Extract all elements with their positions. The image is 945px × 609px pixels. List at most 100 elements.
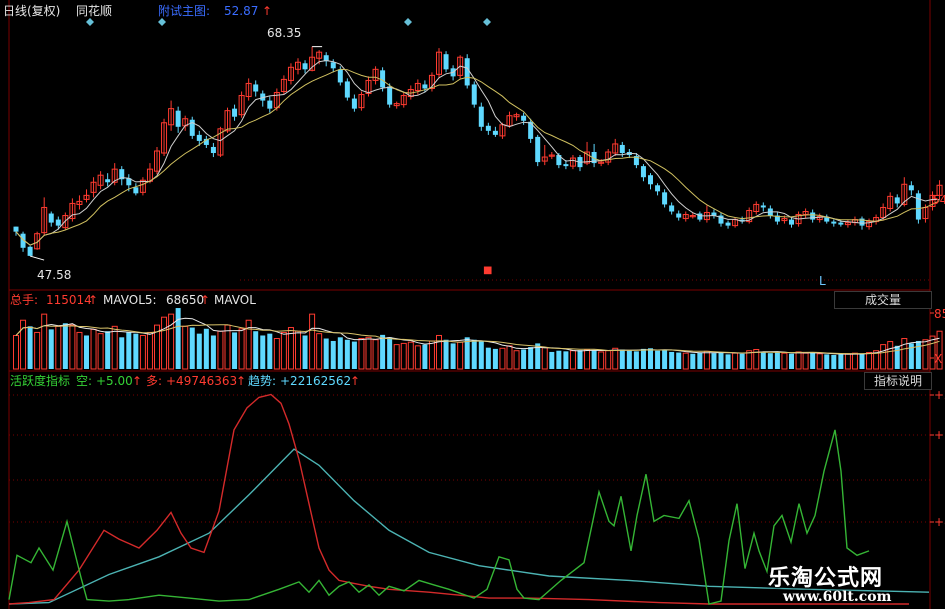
volume-bar [126,332,132,369]
volume-bar [146,331,153,370]
candle-body [232,108,238,117]
high-price-label: 68.35 [267,26,302,40]
volume-bar [267,333,273,369]
volume-bar [795,351,802,370]
volume-bar [725,354,731,369]
volume-bar [203,328,209,369]
up-arrow-icon: ↑ [350,374,361,388]
volume-bar [161,316,168,370]
volume-bar [612,347,619,370]
volume-bar [372,339,379,370]
candle-body [915,193,921,220]
watermark-title: 乐淘公式网 [768,565,884,591]
volume-bar [767,353,773,369]
total-volume-label: 总手: [10,293,39,307]
total-volume-value: 115014 [46,293,92,307]
candle-body [351,98,357,109]
candle-body [27,246,33,256]
empty-label: 空: [76,374,93,388]
candle-body [443,54,449,70]
volume-bar [528,347,534,369]
volume-bar [810,352,816,369]
volume-bar [880,344,887,370]
candle-body [478,106,484,127]
candle-body [824,217,830,222]
event-diamond [86,18,94,26]
indicator-axis-tick: +2 [934,388,945,402]
event-diamond [158,18,166,26]
candle-body [133,187,139,194]
candle-body [655,185,661,192]
volume-bar [894,345,900,369]
volume-bar [232,332,238,369]
volume-bar [640,348,646,369]
candle-body [337,69,343,83]
volume-bar [111,325,118,370]
volume-bar [337,337,343,369]
volume-bar [90,328,97,370]
event-diamond [483,18,491,26]
trend-label: 趋势: [248,374,277,388]
up-arrow-icon: ↑ [236,374,247,388]
volume-bar [280,331,287,370]
volume-bar [584,348,591,370]
volume-bar [598,351,605,370]
volume-bar [55,325,62,370]
volume-bar [703,350,710,370]
volume-bar [697,352,703,369]
volume-bar [316,333,323,370]
volume-bar [492,348,498,369]
stock-chart-window: { "header": { "period_label": "日线(复权)", … [0,0,945,609]
indicator-axis-tick: +8 [934,515,945,529]
candle-body [662,192,668,205]
volume-bar [478,340,484,369]
volume-bar [824,354,830,369]
period-label[interactable]: 日线(复权) [3,4,60,18]
volume-bar [76,331,83,370]
small-square-marker: ■ [483,265,493,276]
volume-bar [816,353,823,370]
candle-body [669,205,675,212]
volume-bar [556,350,562,369]
volume-bar [48,329,54,369]
candle-body [48,213,54,223]
candle-body [196,134,202,141]
candle-body [471,84,477,105]
candle-body [105,179,111,183]
volume-bar [851,352,858,370]
empty-line [8,429,870,605]
volume-bars [13,308,943,370]
volume-bar [859,353,865,369]
volume-bar [838,354,844,369]
candle-body [810,212,816,220]
volume-bar [774,352,780,369]
volume-bar [139,334,146,370]
volume-bar [866,352,873,370]
candle-body [210,146,216,154]
indicator-help-button[interactable]: 指标说明 [864,372,932,390]
volume-bar [253,331,259,369]
candle-body [387,86,393,105]
volume-bar [380,334,386,369]
event-diamond [404,18,412,26]
volume-bar [626,350,632,369]
volume-bar [330,340,336,369]
volume-bar [457,341,464,370]
volume-bar [789,353,794,369]
volume-bar [400,342,407,370]
candlestick-series [13,46,943,261]
volume-bar [238,328,245,370]
volume-bar [541,347,548,370]
volume-bar [224,324,231,370]
volume-bar [168,313,175,370]
volume-bar [569,350,576,370]
volume-bar [676,352,682,369]
volume-bar [443,339,449,369]
candle-body [485,125,491,131]
candle-body [563,164,569,167]
volume-bar [450,343,456,369]
candle-body [640,166,646,178]
candle-body [760,205,766,208]
volume-bar [407,341,414,370]
volume-indicator-button[interactable]: 成交量 [834,291,932,309]
